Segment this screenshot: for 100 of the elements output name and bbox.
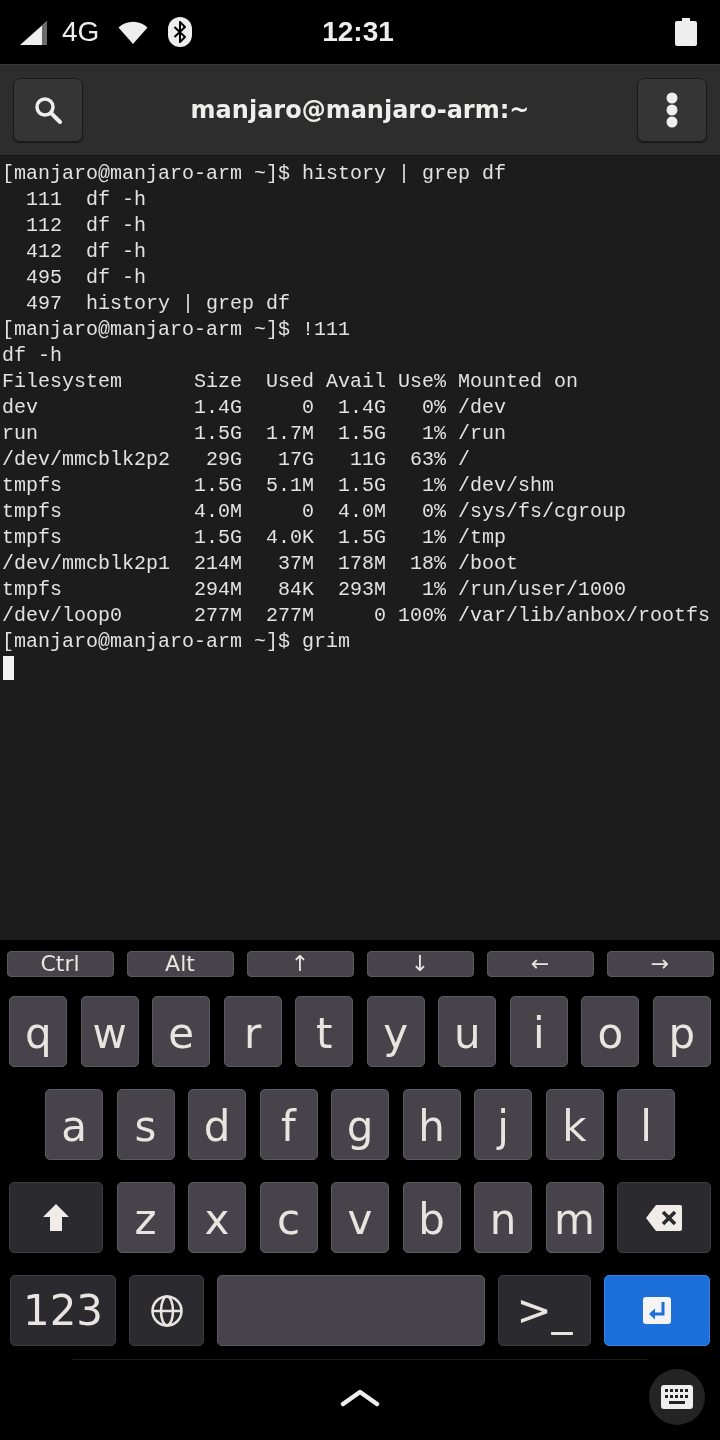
letter-key[interactable]: u (438, 996, 497, 1067)
window-title: manjaro@manjaro-arm:~ (190, 96, 530, 124)
table-cell: 1% (422, 473, 446, 499)
history-number: 112 (26, 213, 62, 239)
letter-key[interactable]: j (474, 1089, 532, 1160)
history-number: 495 (26, 265, 62, 291)
letter-key[interactable]: a (45, 1089, 103, 1160)
table-cell: 1.5G (194, 473, 242, 499)
table-cell: 1.5G (194, 525, 242, 551)
table-cell: run (2, 421, 38, 447)
function-key[interactable]: >_ (498, 1275, 591, 1346)
table-cell: 1.4G (338, 395, 386, 421)
letter-key[interactable]: e (152, 996, 211, 1067)
table-cell: 0 (374, 603, 386, 629)
table-cell: dev (2, 395, 38, 421)
table-cell: 0% (422, 395, 446, 421)
shell-prompt: [manjaro@manjaro-arm ~]$ (2, 629, 291, 655)
table-cell: /dev/loop0 (2, 603, 123, 629)
command-text: grim (302, 629, 351, 655)
table-cell: /boot (458, 551, 519, 577)
menu-button[interactable] (637, 78, 707, 142)
table-cell: 4.0M (194, 499, 242, 525)
table-cell: 0 (302, 395, 314, 421)
letter-key[interactable]: p (652, 996, 711, 1067)
letter-key[interactable]: k (545, 1089, 604, 1160)
extra-key[interactable]: Alt (126, 951, 234, 977)
table-cell: 1.4G (194, 395, 242, 421)
column-header: Avail (326, 369, 386, 395)
letter-key[interactable]: v (331, 1182, 389, 1253)
letter-key[interactable]: t (295, 996, 354, 1067)
extra-key[interactable]: → (606, 951, 714, 977)
enter-key[interactable] (604, 1275, 710, 1346)
backspace-key[interactable] (617, 1182, 711, 1253)
letter-key[interactable]: d (188, 1089, 246, 1160)
table-cell: 11G (350, 447, 386, 473)
letter-key[interactable]: s (116, 1089, 175, 1160)
history-number: 412 (26, 239, 62, 265)
table-cell: tmpfs (2, 525, 62, 551)
table-cell: tmpfs (2, 473, 62, 499)
battery-icon (675, 18, 697, 46)
extra-key[interactable]: ↓ (366, 951, 474, 977)
letter-key[interactable]: f (259, 1089, 318, 1160)
function-key[interactable]: 123 (10, 1275, 116, 1346)
letter-key[interactable]: o (581, 996, 640, 1067)
letter-key[interactable]: q (9, 996, 68, 1067)
chevron-up-icon[interactable] (340, 1387, 380, 1407)
shift-key[interactable] (9, 1182, 103, 1253)
extra-key[interactable]: ↑ (246, 951, 354, 977)
letter-key[interactable]: b (402, 1182, 461, 1253)
table-cell: 100% (398, 603, 446, 629)
letter-key[interactable]: g (331, 1089, 389, 1160)
column-header: Filesystem (2, 369, 123, 395)
table-cell: /run/user/1000 (458, 577, 627, 603)
table-cell: 1% (422, 421, 446, 447)
table-cell: 37M (278, 551, 314, 577)
table-cell: tmpfs (2, 499, 62, 525)
extra-key[interactable]: Ctrl (6, 951, 114, 977)
letter-key[interactable]: c (259, 1182, 318, 1253)
extra-key[interactable]: ← (486, 951, 594, 977)
table-cell: 0% (422, 499, 446, 525)
command-text: history | grep df (86, 291, 291, 317)
table-cell: 63% (410, 447, 446, 473)
table-cell: /dev/shm (458, 473, 555, 499)
table-cell: 277M (194, 603, 242, 629)
table-cell: 1.5G (338, 421, 386, 447)
table-cell: 84K (278, 577, 314, 603)
table-cell: 1.5G (194, 421, 242, 447)
language-key[interactable] (129, 1275, 204, 1346)
table-cell: 1.5G (338, 525, 386, 551)
table-cell: / (458, 447, 471, 473)
history-number: 497 (26, 291, 62, 317)
keyboard-icon (661, 1385, 693, 1409)
history-number: 111 (26, 187, 62, 213)
letter-key[interactable]: h (402, 1089, 461, 1160)
column-header: Use% (398, 369, 446, 395)
table-cell: 5.1M (266, 473, 314, 499)
letter-key[interactable]: w (80, 996, 139, 1067)
search-button[interactable] (13, 78, 83, 142)
signal-icon (20, 21, 47, 45)
table-cell: 1.5G (338, 473, 386, 499)
column-header: Mounted on (458, 369, 579, 395)
letter-key[interactable]: y (366, 996, 425, 1067)
letter-key[interactable]: x (188, 1182, 246, 1253)
table-cell: /var/lib/anbox/rootfs (458, 603, 711, 629)
letter-key[interactable]: z (116, 1182, 175, 1253)
bluetooth-icon (168, 17, 193, 47)
letter-key[interactable]: n (474, 1182, 532, 1253)
letter-key[interactable]: i (509, 996, 568, 1067)
table-cell: 178M (338, 551, 386, 577)
command-text: df -h (86, 213, 146, 239)
output-text: df -h (2, 343, 62, 369)
letter-key[interactable]: l (617, 1089, 675, 1160)
letter-key[interactable]: m (545, 1182, 604, 1253)
table-cell: 1% (422, 577, 446, 603)
keyboard-toggle-button[interactable] (649, 1369, 705, 1425)
table-cell: /dev/mmcblk2p2 (2, 447, 171, 473)
table-cell: tmpfs (2, 577, 62, 603)
letter-key[interactable]: r (223, 996, 282, 1067)
table-cell: 1.7M (266, 421, 314, 447)
backspace-icon (646, 1204, 682, 1231)
